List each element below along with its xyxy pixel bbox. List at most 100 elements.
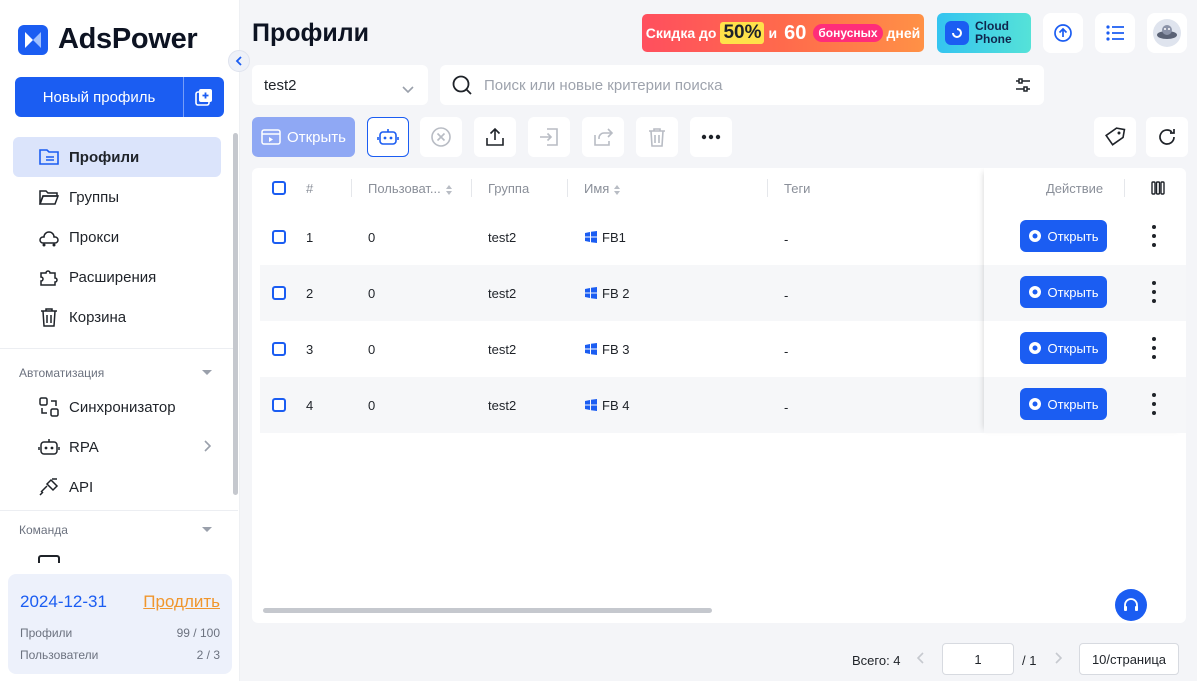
chevron-right-icon [203,439,212,456]
more-vertical-icon[interactable] [1149,393,1159,415]
col-name[interactable]: Имя [584,181,621,196]
select-all-checkbox[interactable] [272,181,286,195]
new-profile-button[interactable]: Новый профиль [15,77,224,117]
headset-icon [1124,598,1138,611]
open-selected-button[interactable]: Открыть [252,117,355,157]
filter-settings-icon[interactable] [1014,76,1032,99]
column-settings-icon[interactable] [1151,181,1165,200]
sidebar-item-label: Синхронизатор [69,398,176,416]
profiles-quota-label: Профили [20,626,73,640]
row-checkbox[interactable] [272,286,286,300]
section-title-team: Команда [19,523,68,537]
row-checkbox[interactable] [272,230,286,244]
sidebar-item-label: Профили [69,148,140,166]
sidebar-item-extensions[interactable]: Расширения [13,257,221,297]
row-num: 4 [306,398,314,413]
row-open-button[interactable]: Открыть [1020,276,1107,308]
promo-bonus: бонусных [813,24,883,42]
table-horizontal-scrollbar[interactable] [263,608,712,613]
promo-banner[interactable]: Скидка до 50% и 60 бонусных дней [642,14,924,52]
support-chat-button[interactable] [1115,589,1147,621]
close-browsers-button[interactable] [420,117,462,157]
row-name[interactable]: FB 4 [584,398,629,413]
app-name: AdsPower [58,23,198,55]
batch-add-icon[interactable] [184,87,224,107]
col-num: # [306,181,314,196]
more-vertical-icon[interactable] [1149,281,1159,303]
team-member-icon [38,555,60,563]
delete-button[interactable] [636,117,678,157]
sidebar-item-trash[interactable]: Корзина [13,297,221,337]
row-checkbox[interactable] [272,342,286,356]
col-user[interactable]: Пользоват... [368,181,453,196]
more-vertical-icon[interactable] [1149,337,1159,359]
sidebar-item-label: Группы [69,188,119,206]
task-list-button[interactable] [1095,13,1135,53]
row-open-button[interactable]: Открыть [1020,388,1107,420]
search-box[interactable] [440,65,1044,105]
tags-button[interactable] [1094,117,1136,157]
robot-icon [377,129,399,145]
row-name[interactable]: FB 2 [584,286,629,301]
api-plug-icon [37,475,61,499]
trash-icon [37,305,61,329]
avatar-icon [1153,19,1181,47]
sidebar-item-synchronizer[interactable]: Синхронизатор [13,387,221,427]
collapse-team-icon[interactable] [202,527,212,532]
refresh-button[interactable] [1146,117,1188,157]
col-user-label: Пользоват... [368,181,441,196]
row-open-button[interactable]: Открыть [1020,220,1107,252]
group-select-value: test2 [264,76,297,94]
more-actions-button[interactable] [690,117,732,157]
search-input[interactable] [484,76,984,94]
profiles-icon [37,145,61,169]
collapse-automation-icon[interactable] [202,370,212,375]
refresh-icon [1159,129,1175,145]
share-button[interactable] [582,117,624,157]
profiles-quota: Профили 99 / 100 [20,626,220,640]
more-horizontal-icon [701,134,721,140]
renew-link[interactable]: Продлить [143,592,220,612]
export-button[interactable] [474,117,516,157]
action-column: Действие Открыть Открыть Открыть Открыть [984,168,1186,433]
puzzle-icon [37,265,61,289]
browser-window-icon [261,129,281,145]
sidebar-item-rpa[interactable]: RPA [13,427,221,467]
row-open-button[interactable]: Открыть [1020,332,1107,364]
sidebar-item-api[interactable]: API [13,467,221,507]
collapse-sidebar-button[interactable] [228,50,250,72]
row-name[interactable]: FB1 [584,230,626,245]
prev-page-icon[interactable] [916,652,925,667]
row-num: 3 [306,342,314,357]
sidebar-item-profiles[interactable]: Профили [13,137,221,177]
page-number-input[interactable]: 1 [942,643,1014,675]
page-size-select[interactable]: 10/страница [1079,643,1179,675]
cloud-phone-label: Cloud Phone [975,20,1012,46]
next-page-icon[interactable] [1054,652,1063,667]
row-name[interactable]: FB 3 [584,342,629,357]
cloud-phone-banner[interactable]: Cloud Phone [937,13,1031,53]
rpa-run-button[interactable] [367,117,409,157]
user-avatar-button[interactable] [1147,13,1187,53]
promo-and: и [768,25,778,41]
more-vertical-icon[interactable] [1149,225,1159,247]
folder-icon [37,185,61,209]
row-checkbox[interactable] [272,398,286,412]
browser-logo-icon [1029,398,1042,410]
row-user: 0 [368,342,376,357]
sidebar: AdsPower Новый профиль Профили Группы Пр… [0,0,240,681]
sync-status-button[interactable] [1043,13,1083,53]
upload-icon [486,127,504,146]
group-select[interactable]: test2 [252,65,428,105]
row-name-label: FB 2 [602,286,630,301]
sidebar-item-groups[interactable]: Группы [13,177,221,217]
row-group: test2 [488,342,517,357]
page-count: / 1 [1022,653,1037,668]
sidebar-item-proxy[interactable]: Прокси [13,217,221,257]
sync-icon [37,395,61,419]
robot-icon [37,435,61,459]
app-logo[interactable]: AdsPower [18,23,198,56]
sidebar-scrollbar[interactable] [233,133,238,495]
move-to-group-button[interactable] [528,117,570,157]
row-open-label: Открыть [1047,396,1099,412]
